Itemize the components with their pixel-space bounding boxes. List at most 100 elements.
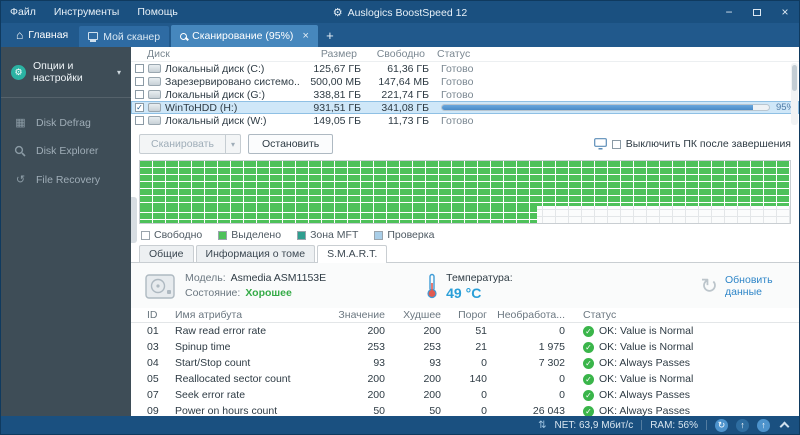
smart-row[interactable]: 07 Seek error rate 200 200 0 0 ✓ OK: Alwa… bbox=[131, 387, 799, 403]
tab-my-scanner-label: Мой сканер bbox=[103, 30, 161, 43]
attr-raw: 1 975 bbox=[538, 341, 565, 353]
tab-my-scanner[interactable]: Мой сканер bbox=[79, 26, 170, 47]
attr-threshold: 0 bbox=[481, 357, 487, 369]
attr-threshold: 0 bbox=[481, 405, 487, 416]
sidebar-splitter-handle[interactable] bbox=[131, 197, 137, 243]
table-row[interactable]: Локальный диск (G:) 338,81 ГБ 221,74 ГБ … bbox=[131, 88, 799, 101]
column-header-status[interactable]: Статус bbox=[425, 48, 799, 60]
attr-id: 03 bbox=[147, 341, 159, 353]
tab-scanning[interactable]: Сканирование (95%) × bbox=[171, 25, 318, 47]
shutdown-option[interactable]: Выключить ПК после завершения bbox=[593, 138, 791, 150]
attr-status: OK: Always Passes bbox=[599, 405, 691, 416]
column-header-value[interactable]: Значение bbox=[333, 309, 385, 321]
scan-dropdown-icon[interactable]: ▾ bbox=[224, 135, 240, 153]
column-header-disk[interactable]: Диск bbox=[131, 48, 295, 60]
close-button[interactable]: × bbox=[771, 1, 799, 23]
home-icon: ⌂ bbox=[16, 28, 24, 42]
refresh-status-button[interactable]: ↻ bbox=[715, 418, 728, 432]
scan-button[interactable]: Сканировать ▾ bbox=[139, 134, 241, 154]
net-speed: NET: 63,9 Мбит/с bbox=[554, 419, 634, 431]
attr-name: Start/Stop count bbox=[175, 357, 251, 369]
menu-file[interactable]: Файл bbox=[1, 1, 45, 23]
disk-free: 61,36 ГБ bbox=[387, 62, 429, 75]
column-header-free[interactable]: Свободно bbox=[357, 48, 425, 60]
cluster-map-scanned-region bbox=[140, 205, 537, 223]
stop-button[interactable]: Остановить bbox=[247, 134, 334, 154]
disk-checkbox[interactable] bbox=[135, 64, 144, 73]
refresh-link-label[interactable]: Обновить данные bbox=[725, 274, 779, 298]
disk-free: 221,74 ГБ bbox=[381, 88, 429, 101]
disk-icon bbox=[148, 77, 161, 86]
smart-summary: Модель: Asmedia ASM1153E Состояние: Хороше… bbox=[131, 263, 799, 308]
table-row-selected[interactable]: ✓ WinToHDD (H:) 931,51 ГБ 341,08 ГБ 95% bbox=[131, 101, 799, 114]
legend-check: Проверка bbox=[374, 229, 434, 241]
column-header-worst[interactable]: Худшее bbox=[385, 309, 441, 321]
main-panel: Диск Размер Свободно Статус Локальный ди… bbox=[131, 47, 799, 416]
disk-checkbox-checked[interactable]: ✓ bbox=[135, 103, 144, 112]
table-row[interactable]: Зарезервировано системо... 500,00 МБ 147… bbox=[131, 75, 799, 88]
disk-table-header: Диск Размер Свободно Статус bbox=[131, 47, 799, 62]
attr-worst: 200 bbox=[423, 325, 441, 337]
disk-list-scrollbar[interactable] bbox=[791, 63, 798, 125]
attr-id: 09 bbox=[147, 405, 159, 416]
tray-button[interactable]: ↑ bbox=[736, 418, 749, 432]
chevron-down-icon: ▾ bbox=[116, 67, 121, 77]
smart-row[interactable]: 01 Raw read error rate 200 200 51 0 ✓ OK:… bbox=[131, 323, 799, 339]
shutdown-checkbox[interactable] bbox=[611, 139, 621, 149]
attr-threshold: 21 bbox=[475, 341, 487, 353]
attr-name: Power on hours count bbox=[175, 405, 278, 416]
column-header-raw[interactable]: Необработа... bbox=[487, 309, 565, 321]
disk-checkbox[interactable] bbox=[135, 116, 144, 125]
tab-smart[interactable]: S.M.A.R.T. bbox=[317, 245, 388, 263]
sidebar-item-label: Disk Explorer bbox=[36, 145, 99, 157]
file-recovery-icon: ↺ bbox=[15, 174, 26, 186]
column-header-attribute[interactable]: Имя атрибута bbox=[175, 309, 333, 321]
attr-status: OK: Value is Normal bbox=[599, 341, 694, 353]
attr-status: OK: Always Passes bbox=[599, 357, 691, 369]
scan-controls: Сканировать ▾ Остановить Выключить ПК по… bbox=[131, 127, 799, 160]
attr-raw: 7 302 bbox=[538, 357, 565, 369]
disk-status: Готово bbox=[441, 62, 474, 75]
smart-row[interactable]: 05 Reallocated sector count 200 200 140 … bbox=[131, 371, 799, 387]
legend-free-swatch bbox=[141, 230, 150, 240]
attr-threshold: 140 bbox=[469, 373, 487, 385]
ok-check-icon: ✓ bbox=[583, 373, 594, 385]
disk-status: Готово bbox=[441, 114, 474, 127]
menu-tools[interactable]: Инструменты bbox=[45, 1, 128, 23]
tab-volume-info[interactable]: Информация о томе bbox=[195, 245, 316, 262]
scrollbar-thumb[interactable] bbox=[792, 65, 797, 91]
column-header-status[interactable]: Статус bbox=[565, 309, 799, 321]
smart-row[interactable]: 03 Spinup time 253 253 21 1 975 ✓ OK: Val… bbox=[131, 339, 799, 355]
attr-status: OK: Always Passes bbox=[599, 389, 691, 401]
attr-status: OK: Value is Normal bbox=[599, 325, 694, 337]
minimize-button[interactable]: − bbox=[715, 1, 743, 23]
column-header-id[interactable]: ID bbox=[131, 309, 175, 321]
options-icon: ⚙ bbox=[11, 64, 26, 80]
app-logo-icon: ⚙ bbox=[332, 6, 343, 19]
table-row[interactable]: Локальный диск (W:) 149,05 ГБ 11,73 ГБ Г… bbox=[131, 114, 799, 127]
ok-check-icon: ✓ bbox=[583, 405, 594, 416]
maximize-button[interactable] bbox=[743, 1, 771, 23]
disk-size: 338,81 ГБ bbox=[313, 88, 361, 101]
shutdown-label: Выключить ПК после завершения bbox=[625, 138, 791, 150]
menu-help[interactable]: Помощь bbox=[128, 1, 187, 23]
column-header-threshold[interactable]: Порог bbox=[441, 309, 487, 321]
tab-home[interactable]: ⌂ Главная bbox=[5, 23, 79, 47]
expand-statusbar-icon[interactable] bbox=[779, 421, 790, 432]
sidebar-item-file-recovery[interactable]: ↺ File Recovery bbox=[1, 165, 131, 194]
scan-progress-fill bbox=[442, 105, 753, 110]
smart-row[interactable]: 09 Power on hours count 50 50 0 26 043 ✓… bbox=[131, 403, 799, 416]
tab-close-icon[interactable]: × bbox=[302, 30, 308, 42]
add-tab-button[interactable]: + bbox=[320, 28, 340, 43]
smart-row[interactable]: 04 Start/Stop count 93 93 0 7 302 ✓ OK: A… bbox=[131, 355, 799, 371]
sidebar-item-disk-defrag[interactable]: ▦ Disk Defrag bbox=[1, 108, 131, 137]
sidebar-item-disk-explorer[interactable]: Disk Explorer bbox=[1, 137, 131, 165]
boost-button[interactable]: ↑ bbox=[757, 418, 770, 432]
column-header-size[interactable]: Размер bbox=[295, 48, 357, 60]
tab-general[interactable]: Общие bbox=[139, 245, 194, 262]
sidebar-options[interactable]: ⚙ Опции и настройки ▾ bbox=[1, 47, 131, 98]
table-row[interactable]: Локальный диск (C:) 125,67 ГБ 61,36 ГБ Г… bbox=[131, 62, 799, 75]
disk-checkbox[interactable] bbox=[135, 90, 144, 99]
refresh-data[interactable]: ↻ Обновить данные bbox=[700, 274, 779, 298]
disk-checkbox[interactable] bbox=[135, 77, 144, 86]
